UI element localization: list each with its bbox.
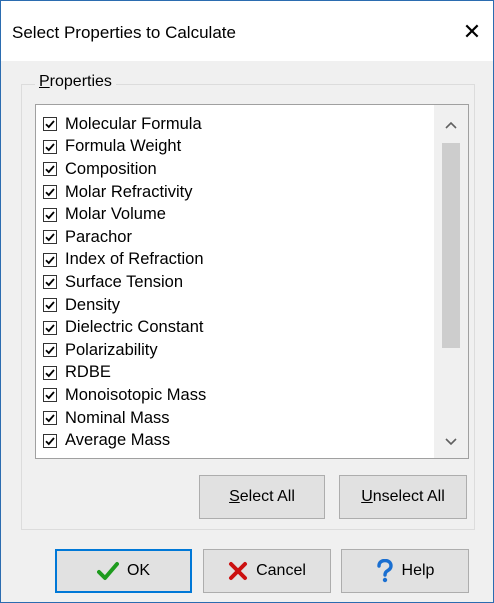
ok-button[interactable]: OK: [55, 549, 192, 593]
property-checkbox[interactable]: [43, 365, 57, 380]
property-item[interactable]: Index of Refraction: [41, 249, 431, 272]
property-checkbox[interactable]: [43, 433, 57, 448]
title-bar[interactable]: Select Properties to Calculate ✕: [1, 1, 493, 61]
property-item[interactable]: RDBE: [41, 362, 431, 385]
question-mark-icon: [376, 559, 394, 583]
property-item[interactable]: Density: [41, 294, 431, 317]
properties-list: Molecular Formula Formula Weight Compositi…: [41, 113, 431, 452]
scroll-down-button[interactable]: [434, 428, 468, 456]
x-icon: [228, 561, 248, 581]
help-label: Help: [401, 562, 435, 579]
property-label: Composition: [65, 159, 157, 178]
properties-label-rest: roperties: [49, 73, 112, 90]
property-label: Surface Tension: [65, 272, 184, 291]
property-item[interactable]: Polarizability: [41, 339, 431, 362]
property-label: Dielectric Constant: [65, 318, 204, 337]
property-label: Index of Refraction: [65, 250, 204, 269]
cancel-button[interactable]: Cancel: [203, 549, 331, 593]
property-label: Molecular Formula: [65, 114, 202, 133]
property-checkbox[interactable]: [43, 298, 57, 313]
vertical-scrollbar[interactable]: [434, 105, 468, 458]
properties-label-mnemonic: P: [39, 73, 50, 90]
property-checkbox[interactable]: [43, 388, 57, 403]
property-checkbox[interactable]: [43, 139, 57, 154]
property-item[interactable]: Surface Tension: [41, 271, 431, 294]
properties-group-label: Properties: [35, 73, 116, 91]
property-label: Polarizability: [65, 340, 158, 359]
dialog-title: Select Properties to Calculate: [12, 23, 236, 42]
scroll-thumb[interactable]: [442, 143, 460, 348]
unselect-all-label: nselect All: [372, 488, 445, 505]
property-label: Density: [65, 295, 121, 314]
property-checkbox[interactable]: [43, 275, 57, 290]
property-item[interactable]: Parachor: [41, 226, 431, 249]
property-label: Molar Volume: [65, 205, 166, 224]
property-item[interactable]: Molar Volume: [41, 203, 431, 226]
property-item[interactable]: Nominal Mass: [41, 407, 431, 430]
property-checkbox[interactable]: [43, 162, 57, 177]
property-checkbox[interactable]: [43, 320, 57, 335]
property-label: Formula Weight: [65, 137, 182, 156]
property-checkbox[interactable]: [43, 117, 57, 132]
property-item[interactable]: Composition: [41, 158, 431, 181]
property-label: Molar Refractivity: [65, 182, 193, 201]
select-all-mnemonic: S: [229, 488, 240, 505]
select-all-button[interactable]: Select All: [199, 475, 325, 519]
unselect-all-mnemonic: U: [361, 488, 373, 505]
property-item[interactable]: Molecular Formula: [41, 113, 431, 136]
property-item[interactable]: Formula Weight: [41, 136, 431, 159]
property-label: Average Mass: [65, 431, 171, 450]
chevron-down-icon: [445, 438, 457, 446]
unselect-all-button[interactable]: Unselect All: [339, 475, 467, 519]
scroll-up-button[interactable]: [434, 111, 468, 139]
cancel-label: Cancel: [256, 562, 306, 579]
close-button[interactable]: ✕: [457, 17, 487, 47]
checkmark-icon: [96, 561, 119, 581]
property-checkbox[interactable]: [43, 230, 57, 245]
property-label: Monoisotopic Mass: [65, 385, 207, 404]
close-icon: ✕: [462, 19, 482, 44]
select-all-label: elect All: [239, 488, 295, 505]
chevron-up-icon: [445, 121, 457, 129]
property-checkbox[interactable]: [43, 207, 57, 222]
property-item[interactable]: Average Mass: [41, 429, 431, 452]
property-item[interactable]: Dielectric Constant: [41, 316, 431, 339]
property-item[interactable]: Molar Refractivity: [41, 181, 431, 204]
property-label: Parachor: [65, 227, 132, 246]
help-button[interactable]: Help: [341, 549, 469, 593]
properties-listbox[interactable]: Molecular Formula Formula Weight Compositi…: [35, 104, 469, 459]
property-label: RDBE: [65, 363, 111, 382]
property-label: Nominal Mass: [65, 408, 170, 427]
property-checkbox[interactable]: [43, 343, 57, 358]
select-properties-dialog: Select Properties to Calculate ✕ Propert…: [0, 0, 494, 603]
property-checkbox[interactable]: [43, 252, 57, 267]
property-checkbox[interactable]: [43, 185, 57, 200]
property-item[interactable]: Monoisotopic Mass: [41, 384, 431, 407]
property-checkbox[interactable]: [43, 411, 57, 426]
ok-label: OK: [126, 562, 151, 579]
